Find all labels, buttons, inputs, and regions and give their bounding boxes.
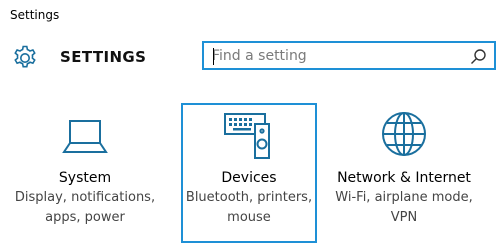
keyboard-speaker-icon	[224, 113, 270, 159]
category-description-line: VPN	[390, 210, 418, 225]
category-description: Bluetooth, printers, mouse	[161, 188, 337, 228]
text-caret	[213, 48, 214, 65]
category-description-line: Wi-Fi, airplane mode,	[335, 190, 473, 205]
page-title: SETTINGS	[60, 48, 147, 66]
gear-icon	[14, 45, 36, 68]
window-title: Settings	[10, 8, 60, 22]
category-description: Display, notifications, apps, power	[0, 188, 175, 228]
category-network-internet[interactable]: Network & Internet Wi-Fi, airplane mode,…	[335, 103, 473, 243]
category-system[interactable]: System Display, notifications, apps, pow…	[15, 103, 155, 243]
category-description-line: Display, notifications,	[14, 190, 156, 205]
category-title: System	[58, 170, 112, 186]
category-description-line: apps, power	[45, 210, 125, 225]
settings-header: SETTINGS	[0, 30, 500, 90]
settings-window: Settings SETTINGS Find a setting System …	[0, 0, 500, 251]
category-description-line: mouse	[227, 210, 271, 225]
category-description: Wi-Fi, airplane mode, VPN	[314, 188, 494, 228]
globe-icon	[382, 112, 426, 156]
title-bar: Settings	[0, 0, 500, 30]
laptop-icon	[62, 120, 108, 153]
search-box[interactable]	[202, 41, 496, 70]
search-input[interactable]	[212, 46, 457, 66]
category-description-line: Bluetooth, printers,	[185, 190, 313, 205]
category-title: Network & Internet	[337, 170, 471, 186]
search-icon[interactable]	[470, 48, 487, 65]
category-title: Devices	[221, 170, 277, 186]
category-devices[interactable]: Devices Bluetooth, printers, mouse	[181, 103, 317, 243]
